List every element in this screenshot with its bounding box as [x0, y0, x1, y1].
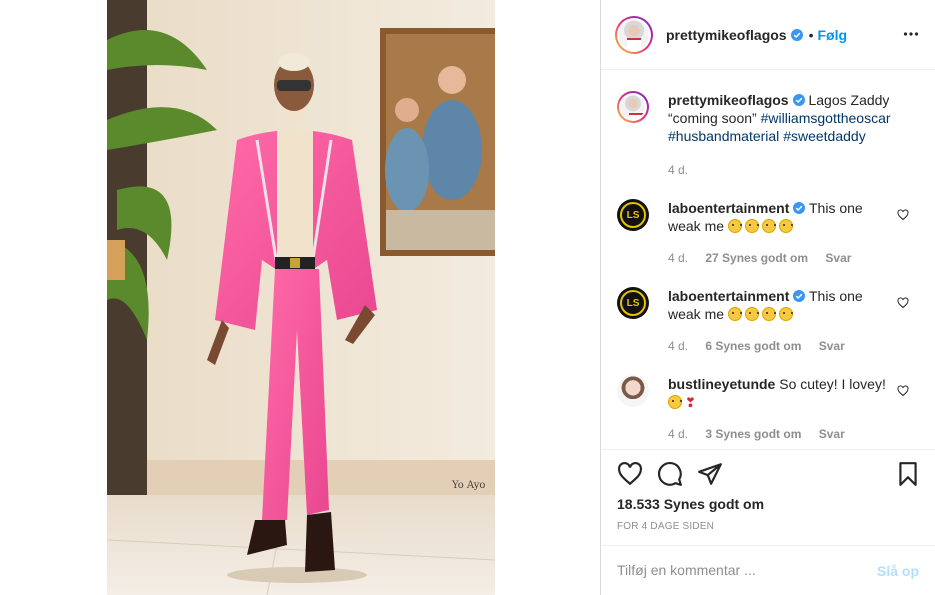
author-username[interactable]: prettymikeoflagos — [666, 27, 787, 43]
paper-plane-icon[interactable] — [697, 461, 723, 487]
commenter-avatar[interactable]: LS — [617, 199, 649, 231]
comment-body: bustlineyetunde So cutey! I lovey! ❣ — [668, 375, 898, 412]
bookmark-icon[interactable] — [895, 461, 921, 487]
caption-username[interactable]: prettymikeoflagos — [668, 92, 789, 108]
kiss-heart-emoji-icon: ❣ — [668, 394, 696, 410]
caption-meta: 4 d. — [668, 163, 702, 177]
caption-avatar[interactable] — [617, 91, 649, 123]
comment-username[interactable]: bustlineyetunde — [668, 376, 775, 392]
comment-like-heart-icon[interactable] — [897, 385, 909, 397]
verified-badge-icon — [793, 290, 806, 302]
post-date: FOR 4 DAGE SIDEN — [617, 521, 715, 532]
post-comment-button[interactable]: Slå op — [877, 563, 919, 579]
comment-meta: 4 d. 3 Synes godt om Svar — [668, 427, 859, 441]
hashtag-link[interactable]: #sweetdaddy — [783, 128, 866, 144]
comment-likes[interactable]: 3 Synes godt om — [705, 427, 801, 441]
more-options-icon[interactable] — [903, 26, 919, 42]
follow-button[interactable]: Følg — [818, 27, 848, 43]
header-separator: • — [808, 26, 814, 43]
comment-body: laboentertainment This one weak me — [668, 199, 898, 235]
post-photo-illustration: Yo Ayo — [107, 0, 495, 595]
comment-text: So cutey! I lovey! — [779, 376, 886, 392]
hashtag-link[interactable]: #williamsgottheoscar — [761, 110, 891, 126]
comment-meta: 4 d. 27 Synes godt om Svar — [668, 251, 865, 265]
verified-badge-icon — [790, 28, 803, 41]
comment-like-heart-icon[interactable] — [897, 297, 909, 309]
post-header: prettymikeoflagos • Følg — [601, 0, 935, 70]
add-comment-bar: Slå op — [601, 545, 935, 595]
likes-count[interactable]: 18.533 Synes godt om — [617, 496, 764, 512]
post-actions: 18.533 Synes godt om FOR 4 DAGE SIDEN — [601, 449, 935, 545]
caption-body: prettymikeoflagos Lagos Zaddy “coming so… — [668, 91, 898, 145]
verified-badge-icon — [792, 94, 805, 106]
weary-emoji-icon — [727, 306, 796, 322]
reply-button[interactable]: Svar — [825, 251, 851, 265]
weary-emoji-icon — [727, 218, 796, 234]
heart-icon[interactable] — [617, 461, 643, 487]
comment-like-heart-icon[interactable] — [897, 209, 909, 221]
post-photo[interactable]: Yo Ayo — [107, 0, 495, 595]
comment-input[interactable] — [617, 562, 857, 578]
comment-likes[interactable]: 6 Synes godt om — [705, 339, 801, 353]
comments-list[interactable]: prettymikeoflagos Lagos Zaddy “coming so… — [601, 71, 935, 449]
comment-body: laboentertainment This one weak me — [668, 287, 898, 323]
comment-age[interactable]: 4 d. — [668, 427, 688, 441]
hashtag-link[interactable]: #husbandmaterial — [668, 128, 779, 144]
author-avatar[interactable] — [615, 15, 653, 54]
comment-icon[interactable] — [657, 461, 683, 487]
commenter-avatar[interactable]: LS — [617, 287, 649, 319]
commenter-avatar[interactable] — [617, 375, 649, 407]
comment-age[interactable]: 4 d. — [668, 339, 688, 353]
comment-username[interactable]: laboentertainment — [668, 200, 789, 216]
verified-badge-icon — [793, 202, 806, 214]
photo-watermark: Yo Ayo — [451, 480, 485, 491]
reply-button[interactable]: Svar — [819, 427, 845, 441]
reply-button[interactable]: Svar — [819, 339, 845, 353]
comment-age[interactable]: 4 d. — [668, 251, 688, 265]
comment-likes[interactable]: 27 Synes godt om — [705, 251, 808, 265]
caption-age[interactable]: 4 d. — [668, 163, 688, 177]
photo-area: Yo Ayo — [0, 0, 601, 595]
post-side-panel: prettymikeoflagos • Følg prettymikeoflag… — [601, 0, 935, 595]
comment-meta: 4 d. 6 Synes godt om Svar — [668, 339, 859, 353]
comment-username[interactable]: laboentertainment — [668, 288, 789, 304]
